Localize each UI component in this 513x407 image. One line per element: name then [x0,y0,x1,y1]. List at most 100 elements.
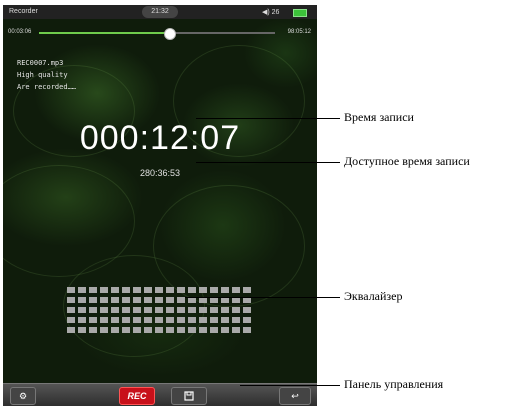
callout-line-control-panel [240,385,340,386]
equalizer-cell [166,317,174,323]
equalizer-cell [210,327,218,333]
equalizer-cell [221,317,229,323]
status-bar: Recorder 21:32 ◀) 26 [3,5,317,19]
equalizer-cell [177,297,185,303]
volume-indicator: ◀) 26 [262,9,280,16]
equalizer-cell [155,287,163,293]
progress-track[interactable] [39,28,275,40]
equalizer-cell [100,287,108,293]
equalizer-cell [166,307,174,313]
recorder-screen: Recorder 21:32 ◀) 26 00:03:06 98:05:12 R… [3,5,317,406]
playback-progress: 00:03:06 98:05:12 [3,27,317,40]
equalizer-cell [232,327,240,333]
equalizer-cell [199,287,207,293]
equalizer-cell [144,307,152,313]
equalizer-cell [221,287,229,293]
file-quality: High quality [17,71,68,79]
equalizer-cell [111,287,119,293]
callout-line-equalizer [185,297,340,298]
equalizer-cell [188,307,196,313]
equalizer-cell [210,287,218,293]
equalizer-cell [155,327,163,333]
file-info: REC0007.mp3 High quality Are recorded…… [17,57,76,93]
equalizer-cell [243,317,251,323]
progress-fill [39,32,169,34]
elapsed-time: 00:03:06 [8,29,32,35]
save-button[interactable] [171,387,207,405]
equalizer-cell [232,287,240,293]
equalizer-cell [232,317,240,323]
equalizer-cell [78,307,86,313]
battery-icon [293,9,307,17]
equalizer-cell [199,327,207,333]
equalizer-cell [243,287,251,293]
equalizer-cell [144,287,152,293]
equalizer-cell [177,307,185,313]
equalizer-cell [111,297,119,303]
equalizer-cell [89,317,97,323]
equalizer-cell [100,317,108,323]
gear-icon: ⚙ [18,391,28,401]
equalizer-cell [155,297,163,303]
equalizer-cell [133,297,141,303]
rec-button[interactable]: REC [119,387,155,405]
equalizer-cell [122,317,130,323]
equalizer-cell [78,297,86,303]
equalizer-cell [133,327,141,333]
equalizer-cell [122,287,130,293]
equalizer-cell [177,287,185,293]
equalizer-cell [177,317,185,323]
equalizer-cell [243,307,251,313]
clock: 21:32 [142,6,178,18]
control-panel: ⚙ REC ↩ [3,383,317,406]
equalizer-cell [166,327,174,333]
equalizer-cell [221,327,229,333]
equalizer-cell [232,307,240,313]
equalizer-cell [67,307,75,313]
available-time: 280:36:53 [139,168,181,178]
callout-control-panel: Панель управления [344,377,444,391]
back-button[interactable]: ↩ [279,387,311,405]
equalizer [67,287,251,341]
app-name: Recorder [9,8,38,15]
equalizer-cell [221,307,229,313]
equalizer-cell [199,317,207,323]
equalizer-cell [188,317,196,323]
equalizer-cell [166,287,174,293]
equalizer-cell [122,307,130,313]
total-time: 98:05:12 [287,29,311,35]
equalizer-cell [100,327,108,333]
equalizer-cell [89,327,97,333]
equalizer-cell [78,287,86,293]
callout-line-record-time [196,118,340,119]
equalizer-cell [111,317,119,323]
equalizer-cell [111,327,119,333]
equalizer-cell [155,317,163,323]
equalizer-cell [122,327,130,333]
equalizer-cell [122,297,130,303]
callout-available-time: Доступное время записи [344,154,470,168]
equalizer-cell [67,327,75,333]
settings-button[interactable]: ⚙ [10,387,36,405]
progress-slider-handle[interactable] [163,28,176,40]
callout-line-available-time [196,162,340,163]
equalizer-cell [67,297,75,303]
equalizer-cell [89,307,97,313]
equalizer-cell [100,307,108,313]
equalizer-cell [111,307,119,313]
equalizer-cell [78,327,86,333]
equalizer-cell [67,317,75,323]
callout-equalizer: Эквалайзер [344,289,403,303]
equalizer-cell [144,297,152,303]
equalizer-cell [188,287,196,293]
equalizer-cell [89,297,97,303]
equalizer-cell [177,327,185,333]
equalizer-cell [199,307,207,313]
equalizer-cell [100,297,108,303]
return-icon: ↩ [291,391,299,401]
file-name: REC0007.mp3 [17,59,64,67]
record-timer: 000:12:07 [79,119,241,157]
equalizer-cell [210,307,218,313]
equalizer-cell [210,317,218,323]
equalizer-cell [144,317,152,323]
